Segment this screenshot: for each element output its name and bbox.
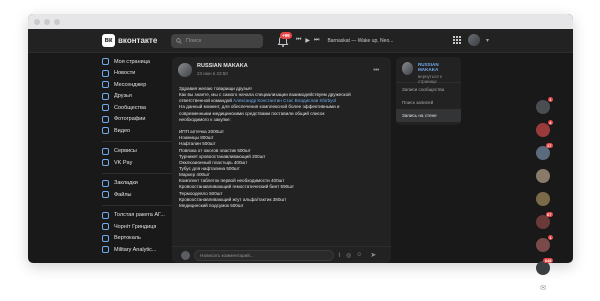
camera-icon[interactable]: ◎ [346, 252, 351, 259]
chat-avatar[interactable]: 1 [536, 97, 553, 114]
unread-badge: 1 [547, 235, 553, 240]
search-input[interactable] [186, 38, 256, 44]
community-icon [102, 234, 109, 242]
menu-subtitle: вернуться к странице [417, 74, 442, 84]
unread-badge: 648 [543, 258, 553, 263]
wall-post: RUSSIAN MAKAKA 23 июн в 23:50 ••• Здрави… [172, 57, 391, 263]
window-maximize-dot[interactable] [54, 18, 60, 25]
apps-grid-icon[interactable] [452, 35, 462, 45]
profile-avatar[interactable] [467, 34, 480, 46]
topbar-right: ▾ [452, 34, 489, 46]
post-date[interactable]: 23 июн в 23:50 [197, 71, 248, 76]
next-track-icon[interactable]: ⏭ [314, 37, 319, 44]
unread-badge: 4 [547, 120, 553, 125]
chat-avatar[interactable]: 17 [536, 143, 553, 160]
file-icon [102, 191, 109, 199]
community-icon [102, 223, 109, 231]
chat-avatar[interactable]: 67 [536, 212, 553, 229]
menu-item-search-posts[interactable]: Поиск записей [396, 96, 461, 109]
attach-icon[interactable]: ⌇ [338, 252, 341, 259]
chat-avatar[interactable] [536, 192, 550, 206]
bookmark-icon [102, 179, 109, 187]
user-icon [102, 58, 109, 66]
post-text: Здравия желаю товарищи друзья! Как вы зн… [179, 86, 384, 209]
community-icon [102, 246, 109, 254]
mention-link[interactable]: Александр Константин Стас Владислав Shir… [233, 98, 336, 103]
chat-avatar[interactable]: 1 [536, 235, 553, 252]
community-menu: RUSSIAN MAKAKA вернуться к странице Запи… [396, 57, 461, 125]
unread-badge: 67 [545, 212, 553, 217]
vk-logo-icon: вк [102, 34, 115, 47]
chat-avatar[interactable]: 4 [536, 120, 553, 137]
unread-badge: 1 [547, 97, 553, 102]
community-avatar [402, 62, 413, 75]
author-avatar[interactable] [178, 63, 192, 77]
window-close-dot[interactable] [34, 18, 40, 25]
community-icon [102, 211, 109, 219]
notifications-badge: +99 [280, 32, 292, 39]
comment-bar: ⌇ ◎ ☺ ➤ [172, 246, 391, 263]
top-navbar: вк вконтакте +99 ⏮ ▶ ⏭ Barnaskat — Wake … [28, 29, 573, 53]
friends-icon [102, 92, 109, 100]
unread-badge: 17 [545, 143, 553, 148]
music-player: ⏮ ▶ ⏭ Barnaskat — Wake up, Neo... [296, 37, 393, 44]
search-icon [176, 38, 182, 44]
pay-icon [102, 159, 109, 167]
logo-text: вконтакте [118, 36, 158, 45]
post-line: Медицинский подсумок 500шт [179, 202, 244, 208]
play-icon[interactable]: ▶ [305, 37, 310, 44]
post-header: RUSSIAN MAKAKA 23 июн в 23:50 [178, 63, 248, 77]
news-icon [102, 69, 109, 77]
post-author[interactable]: RUSSIAN MAKAKA [197, 63, 248, 69]
chat-bubble-icon[interactable]: ✉ [539, 284, 548, 293]
photo-icon [102, 115, 109, 123]
send-icon[interactable]: ➤ [370, 251, 376, 259]
comment-tools: ⌇ ◎ ☺ [338, 252, 362, 259]
browser-chrome [28, 14, 573, 29]
chat-avatar[interactable] [536, 169, 550, 183]
video-icon [102, 127, 109, 135]
menu-item-wall-post[interactable]: Запись на стене [396, 109, 461, 122]
chat-avatar[interactable]: 648 [536, 258, 553, 275]
communities-icon [102, 104, 109, 112]
emoji-icon[interactable]: ☺ [356, 252, 362, 259]
services-icon [102, 147, 109, 155]
chat-icon [102, 81, 109, 89]
window-minimize-dot[interactable] [44, 18, 50, 25]
vk-logo[interactable]: вк вконтакте [102, 34, 157, 47]
current-track[interactable]: Barnaskat — Wake up, Neo... [327, 38, 393, 44]
prev-track-icon[interactable]: ⏮ [296, 37, 301, 44]
search-box[interactable] [171, 34, 263, 48]
menu-header[interactable]: RUSSIAN MAKAKA вернуться к странице [396, 57, 461, 84]
menu-title: RUSSIAN MAKAKA [417, 62, 439, 72]
commenter-avatar [181, 250, 190, 260]
comment-input[interactable] [194, 249, 334, 261]
more-options-icon[interactable]: ••• [373, 67, 379, 74]
menu-item-community-posts[interactable]: Записи сообщества [396, 83, 461, 96]
chevron-down-icon[interactable]: ▾ [486, 37, 489, 44]
chat-rail: 1 4 17 67 1 648 ✉ [533, 97, 553, 293]
